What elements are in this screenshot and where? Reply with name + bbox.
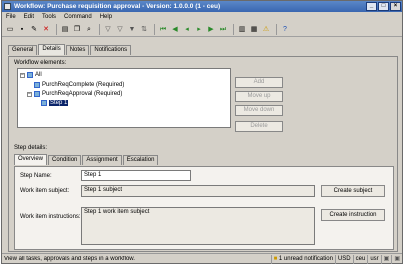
tab-notifications[interactable]: Notifications	[90, 45, 132, 55]
last-record-icon[interactable]: ⏭	[218, 24, 228, 34]
close-button[interactable]: ×	[390, 2, 401, 11]
tree-node-purchreqapproval[interactable]: − PurchReqApproval (Required)	[27, 91, 122, 97]
work-item-instructions-field[interactable]: Step 1 work item subject	[81, 207, 315, 245]
approval-icon	[34, 91, 40, 97]
tree-node-label: All	[35, 72, 42, 78]
next-page-icon[interactable]: ▶	[206, 24, 216, 34]
collapse-icon[interactable]: −	[20, 72, 25, 78]
notification-icon: ■	[273, 255, 278, 262]
filter-icon[interactable]: ▽	[103, 24, 113, 34]
move-down-button[interactable]: Move down	[235, 105, 283, 116]
window-title: Workflow: Purchase requisition approval …	[14, 3, 221, 10]
minimize-button[interactable]: _	[366, 2, 377, 11]
tab-overview[interactable]: Overview	[14, 154, 48, 165]
app-icon	[4, 3, 11, 10]
company-status: ceu	[352, 254, 368, 264]
toolbar-separator	[276, 23, 277, 35]
status-bar: View all tasks, approvals and steps in a…	[2, 253, 402, 264]
title-bar: Workflow: Purchase requisition approval …	[2, 1, 402, 12]
tree-node-label-selected: Step 1	[49, 100, 69, 106]
workflow-tree[interactable]: − All PurchReqComplete (Required) − Purc…	[17, 68, 231, 128]
tab-notes[interactable]: Notes	[65, 45, 90, 55]
step-name-input[interactable]: Step 1	[81, 170, 191, 181]
status-icon: ▣	[391, 254, 402, 264]
tree-node-all[interactable]: − All	[20, 72, 42, 78]
delete-icon[interactable]: ✕	[41, 24, 51, 34]
menu-bar: File Edit Tools Command Help	[2, 12, 402, 22]
create-instruction-button[interactable]: Create instruction	[321, 209, 385, 221]
step-name-label: Step Name:	[20, 173, 52, 179]
tree-node-step-1[interactable]: Step 1	[41, 100, 69, 106]
workflow-elements-label: Workflow elements:	[14, 60, 67, 66]
delete-button[interactable]: Delete	[235, 121, 283, 132]
tab-condition[interactable]: Condition	[48, 155, 82, 165]
layer-status: usr	[367, 254, 380, 264]
copy-icon[interactable]: ❐	[72, 24, 82, 34]
tree-node-label: PurchReqApproval (Required)	[42, 91, 123, 97]
tree-node-purchreqcomplete[interactable]: PurchReqComplete (Required)	[34, 82, 124, 88]
work-item-subject-label: Work item subject:	[20, 188, 70, 194]
step-tabs: Overview Condition Assignment Escalation	[14, 154, 159, 165]
add-button[interactable]: Add	[235, 77, 283, 88]
attachment-icon[interactable]: ▦	[249, 24, 259, 34]
collapse-icon[interactable]: −	[27, 91, 32, 97]
tree-node-label: PurchReqComplete (Required)	[42, 82, 125, 88]
status-text: View all tasks, approvals and steps in a…	[4, 256, 135, 262]
previous-page-icon[interactable]: ◀	[170, 24, 180, 34]
work-item-subject-field[interactable]: Step 1 subject	[81, 185, 315, 197]
menu-command[interactable]: Command	[64, 14, 92, 20]
filter-selection-icon[interactable]: ▽	[115, 24, 125, 34]
notification-status[interactable]: ■ 1 unread notification	[270, 254, 335, 264]
advanced-filter-icon[interactable]: ▼	[127, 24, 137, 34]
toolbar-separator	[154, 23, 155, 35]
task-icon	[34, 82, 40, 88]
menu-edit[interactable]: Edit	[24, 14, 34, 20]
edit-icon[interactable]: ✎	[29, 24, 39, 34]
menu-file[interactable]: File	[6, 14, 16, 20]
overview-panel: Step Name: Step 1 Work item subject: Ste…	[14, 166, 394, 250]
new-icon[interactable]: ▭	[5, 24, 15, 34]
menu-help[interactable]: Help	[100, 14, 112, 20]
alert-icon[interactable]: ⚠	[261, 24, 271, 34]
toolbar-separator	[233, 23, 234, 35]
main-tabs: General Details Notes Notifications	[8, 44, 132, 55]
previous-record-icon[interactable]: ◂	[182, 24, 192, 34]
create-subject-button[interactable]: Create subject	[321, 185, 385, 197]
step-details-label: Step details:	[14, 145, 48, 151]
work-item-instructions-label: Work item instructions:	[20, 214, 81, 220]
workflow-window: Workflow: Purchase requisition approval …	[1, 0, 403, 264]
document-icon[interactable]: ▥	[237, 24, 247, 34]
tab-general[interactable]: General	[8, 45, 38, 55]
toolbar-separator	[99, 23, 100, 35]
save-icon[interactable]: ▪	[17, 24, 27, 34]
next-record-icon[interactable]: ▸	[194, 24, 204, 34]
folder-icon	[27, 72, 33, 78]
search-icon[interactable]: ⌕	[84, 24, 94, 34]
details-panel: Workflow elements: − All PurchReqComplet…	[8, 56, 398, 252]
sort-icon[interactable]: ⇅	[139, 24, 149, 34]
move-up-button[interactable]: Move up	[235, 91, 283, 102]
toolbar-separator	[56, 23, 57, 35]
menu-tools[interactable]: Tools	[42, 14, 56, 20]
first-record-icon[interactable]: ⏮	[158, 24, 168, 34]
maximize-button[interactable]: □	[378, 2, 389, 11]
status-icon: ▣	[380, 254, 392, 264]
tab-escalation[interactable]: Escalation	[122, 155, 159, 165]
step-icon	[41, 100, 47, 106]
help-icon[interactable]: ?	[280, 24, 290, 34]
tab-assignment[interactable]: Assignment	[82, 155, 122, 165]
tab-details[interactable]: Details	[38, 44, 65, 55]
print-icon[interactable]: ▤	[60, 24, 70, 34]
notification-text: 1 unread notification	[278, 255, 333, 262]
currency-status: USD	[334, 254, 353, 264]
toolbar: ▭ ▪ ✎ ✕ ▤ ❐ ⌕ ▽ ▽ ▼ ⇅ ⏮ ◀ ◂ ▸ ▶ ⏭ ▥ ▦ ⚠ …	[2, 22, 402, 37]
